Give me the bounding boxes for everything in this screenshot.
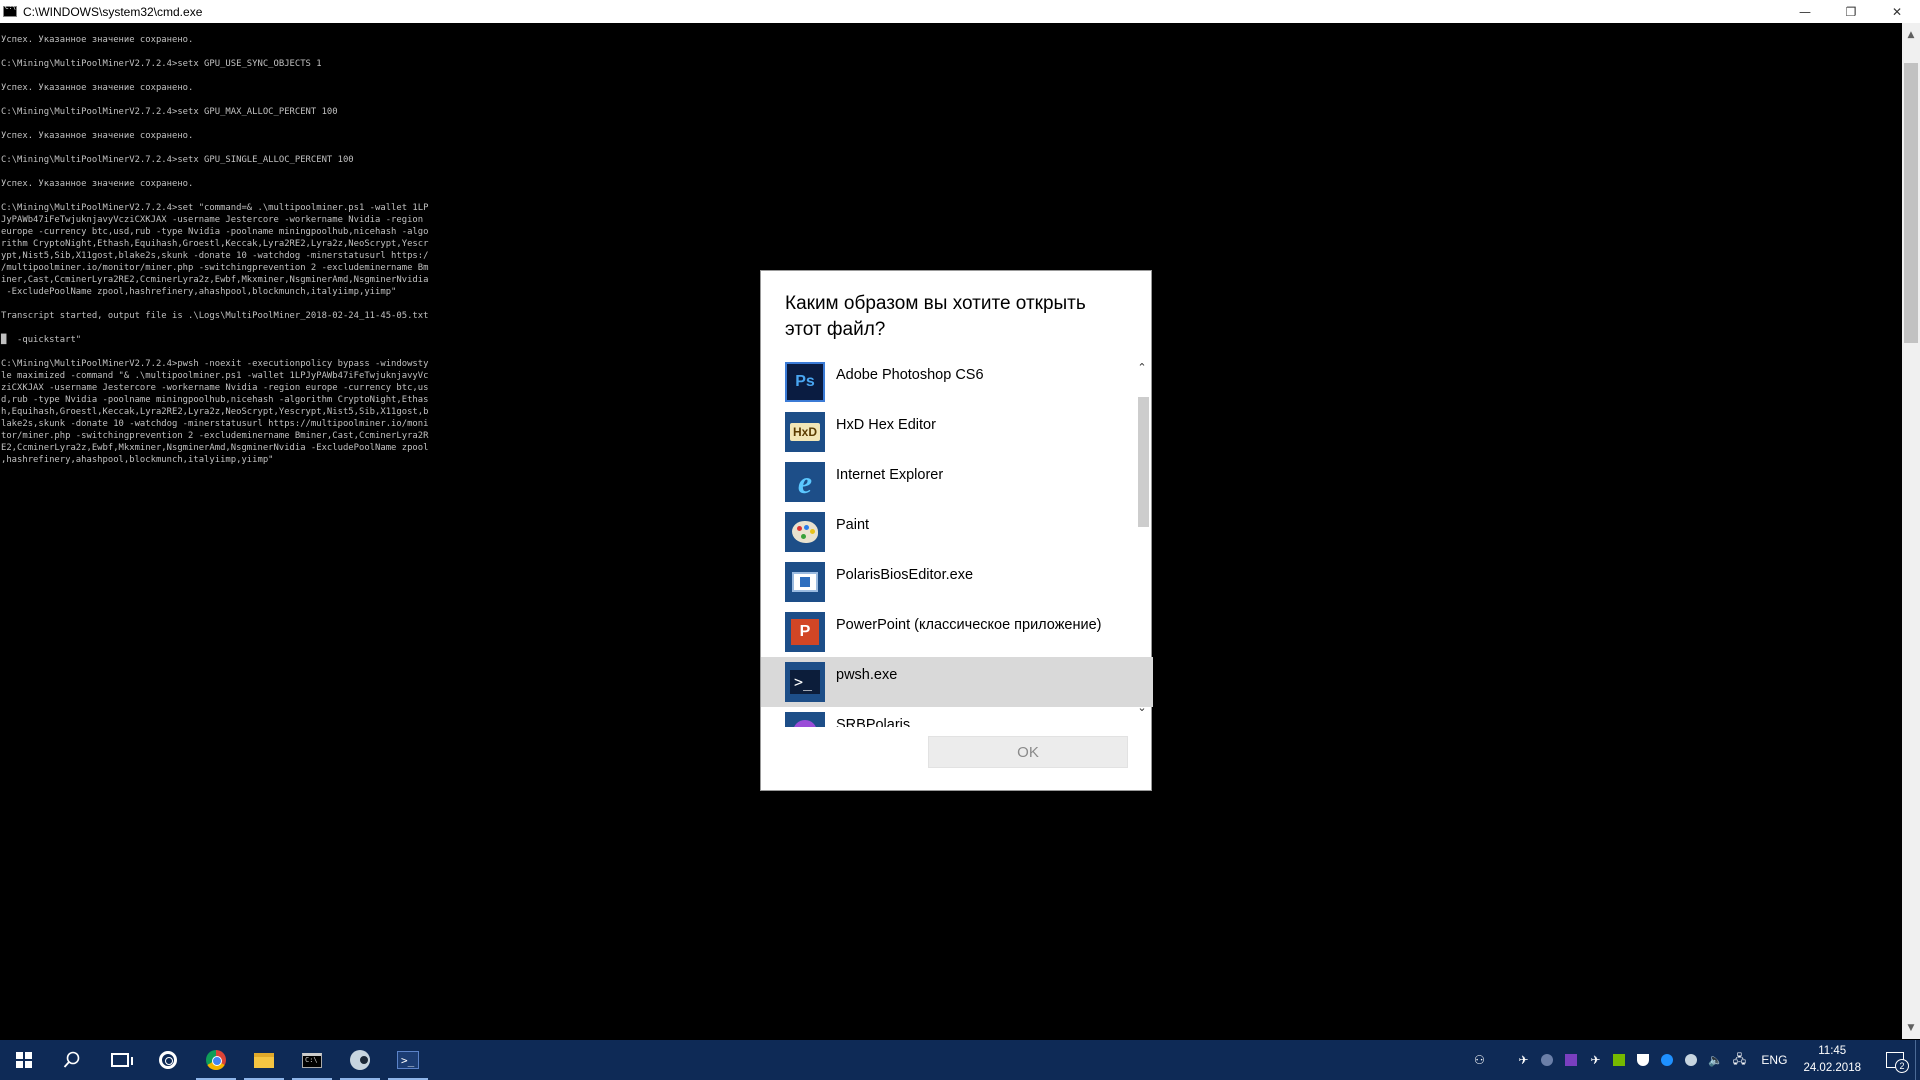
tray-app-icon-2[interactable] [1535, 1040, 1559, 1080]
file-explorer-icon [254, 1052, 274, 1068]
action-center-button[interactable]: 2 [1875, 1040, 1915, 1080]
chevron-up-icon[interactable]: ⌃ [1134, 359, 1150, 375]
window-title: C:\WINDOWS\system32\cmd.exe [23, 4, 203, 19]
notification-badge: 2 [1895, 1059, 1909, 1073]
list-item-srbpolaris[interactable]: SRBPolaris [761, 707, 1153, 727]
window-controls: — ❐ ✕ [1782, 0, 1920, 23]
list-item-powerpoint[interactable]: P PowerPoint (классическое приложение) [761, 607, 1153, 657]
list-item-polaris-bios-editor[interactable]: PolarisBiosEditor.exe [761, 557, 1153, 607]
cmd-icon: C:\ [302, 1052, 322, 1068]
photoshop-icon: Ps [785, 362, 825, 402]
clock-date: 24.02.2018 [1803, 1062, 1861, 1074]
steam-tray-icon[interactable] [1679, 1040, 1703, 1080]
app-list[interactable]: Ps Adobe Photoshop CS6 HxD HxD Hex Edito… [761, 357, 1153, 727]
open-with-dialog: Каким образом вы хотите открыть этот фай… [760, 270, 1153, 791]
scroll-up-arrow-icon[interactable]: ▲ [1902, 26, 1920, 43]
console-scrollbar-thumb[interactable] [1904, 63, 1918, 343]
input-language[interactable]: ENG [1751, 1053, 1797, 1067]
people-icon[interactable]: ⚇ [1467, 1040, 1491, 1080]
taskbar-steam[interactable] [336, 1040, 384, 1080]
app-label: Internet Explorer [836, 467, 944, 483]
list-item-pwsh[interactable]: >_ pwsh.exe [761, 657, 1153, 707]
windows-logo-icon [16, 1052, 32, 1068]
app-label: SRBPolaris [836, 717, 911, 727]
clock-time: 11:45 [1818, 1045, 1847, 1057]
powerpoint-icon: P [785, 612, 825, 652]
srbpolaris-icon [785, 712, 825, 727]
taskbar-chrome[interactable] [192, 1040, 240, 1080]
ie-icon-glyph: e [797, 463, 813, 500]
app-list-scrollbar[interactable]: ⌃ ⌄ [1134, 357, 1150, 714]
task-view-icon [111, 1053, 133, 1067]
scroll-down-arrow-icon[interactable]: ▼ [1902, 1019, 1920, 1036]
cmd-titlebar[interactable]: C:\WINDOWS\system32\cmd.exe — ❐ ✕ [0, 0, 1920, 23]
app-label: HxD Hex Editor [836, 417, 936, 433]
app-label: PolarisBiosEditor.exe [836, 567, 974, 583]
close-button[interactable]: ✕ [1874, 0, 1920, 23]
app-list-scrollbar-thumb[interactable] [1138, 397, 1149, 527]
task-view-button[interactable] [96, 1040, 144, 1080]
dialog-heading: Каким образом вы хотите открыть этот фай… [785, 293, 1086, 340]
pwsh-icon-glyph: >_ [790, 670, 820, 694]
search-icon [63, 1051, 80, 1068]
list-item-photoshop[interactable]: Ps Adobe Photoshop CS6 [761, 357, 1153, 407]
list-item-internet-explorer[interactable]: e Internet Explorer [761, 457, 1153, 507]
app-label: PowerPoint (классическое приложение) [836, 617, 1102, 633]
network-icon[interactable]: 🖧 [1727, 1040, 1751, 1080]
start-button[interactable] [0, 1040, 48, 1080]
polaris-icon [785, 562, 825, 602]
app-label: Paint [836, 517, 870, 533]
hxd-icon: HxD [785, 412, 825, 452]
list-item-paint[interactable]: Paint [761, 507, 1153, 557]
search-button[interactable] [48, 1040, 96, 1080]
tray-app-icon-3[interactable] [1559, 1040, 1583, 1080]
tray-app-icon-1[interactable]: ✈ [1511, 1040, 1535, 1080]
show-desktop-button[interactable] [1915, 1040, 1920, 1080]
pwsh-icon: >_ [785, 662, 825, 702]
chevron-down-icon[interactable]: ⌄ [1134, 699, 1150, 715]
tray-app-icon-4[interactable]: ✈ [1583, 1040, 1607, 1080]
taskbar-file-explorer[interactable] [240, 1040, 288, 1080]
volume-icon[interactable]: 🔈 [1703, 1040, 1727, 1080]
cmd-app-icon [3, 4, 17, 17]
list-item-hxd[interactable]: HxD HxD Hex Editor [761, 407, 1153, 457]
app-label: Adobe Photoshop CS6 [836, 367, 984, 383]
internet-explorer-icon: e [785, 462, 825, 502]
minimize-button[interactable]: — [1782, 0, 1828, 23]
restore-button[interactable]: ❐ [1828, 0, 1874, 23]
hxd-icon-glyph: HxD [789, 423, 820, 441]
nvidia-icon[interactable] [1607, 1040, 1631, 1080]
console-scrollbar[interactable]: ▲ ▼ [1902, 23, 1920, 1039]
ppt-icon-glyph: P [791, 619, 819, 645]
clock[interactable]: 11:45 24.02.2018 [1797, 1043, 1875, 1077]
ok-button[interactable]: OK [928, 736, 1128, 768]
tray-app-icon-5[interactable] [1655, 1040, 1679, 1080]
cortana-button[interactable] [144, 1040, 192, 1080]
taskbar-cmd[interactable]: C:\ [288, 1040, 336, 1080]
chrome-icon [206, 1050, 226, 1070]
defender-shield-icon[interactable] [1631, 1040, 1655, 1080]
cortana-icon [159, 1051, 177, 1069]
system-tray: ⚇ ✈ ✈ 🔈 🖧 ENG 11:45 24.02.2018 2 [1467, 1040, 1920, 1080]
paint-icon [785, 512, 825, 552]
taskbar-pwsh[interactable]: >_ [384, 1040, 432, 1080]
app-label: pwsh.exe [836, 667, 898, 683]
steam-icon [350, 1050, 370, 1070]
taskbar: C:\ >_ ⚇ ✈ ✈ 🔈 🖧 ENG 11:45 24.02.2018 2 [0, 1040, 1920, 1080]
powershell-icon: >_ [397, 1051, 419, 1069]
